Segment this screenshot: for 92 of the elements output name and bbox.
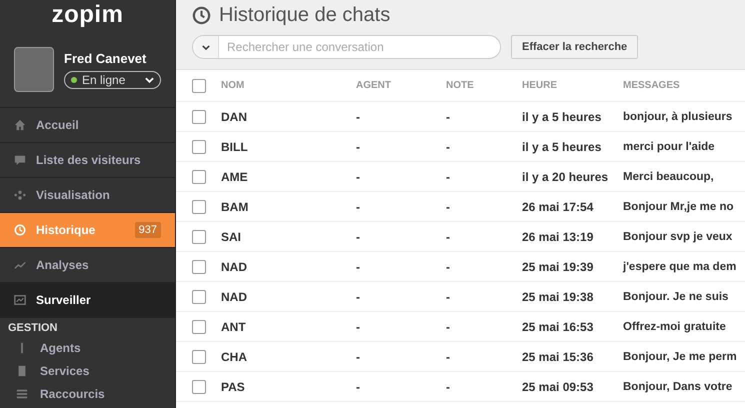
nav-item[interactable]: Liste des visiteurs <box>0 143 175 178</box>
column-header: NOTE <box>446 80 475 91</box>
table-cell-text: 25 mai 09:53 <box>522 380 594 394</box>
user-name: Fred Canevet <box>64 50 148 66</box>
table-cell-text: Merci beaucoup, <box>623 170 715 182</box>
column-header: HEURE <box>522 80 558 91</box>
table-cell-text: Bonjour. Je ne suis <box>623 290 730 302</box>
table-cell-text: il y a 20 heures <box>522 170 610 184</box>
row-checkbox[interactable] <box>192 350 206 364</box>
row-checkbox[interactable] <box>192 260 206 274</box>
dots-icon <box>14 189 26 201</box>
table-cell-text: - <box>446 170 451 184</box>
table-cell-text: NAD <box>221 260 248 274</box>
nav-item[interactable]: Historique 937 <box>0 213 175 248</box>
column-header: MESSAGES <box>623 80 681 91</box>
logo: zopim <box>50 0 124 30</box>
table-cell-text: - <box>356 140 361 154</box>
clock-icon <box>192 6 211 24</box>
table-cell-text: 26 mai 13:19 <box>522 230 594 244</box>
table-cell-text: - <box>356 200 361 214</box>
nav-item[interactable]: Surveiller <box>0 283 175 318</box>
nav-item[interactable]: Services <box>0 359 175 382</box>
row-checkbox[interactable] <box>192 230 206 244</box>
table-cell-text: merci pour l'aide <box>623 140 716 152</box>
table-cell-text: - <box>446 110 451 124</box>
speech-bubble-icon <box>14 154 26 166</box>
table-cell-text: 26 mai 17:54 <box>522 200 594 214</box>
table-cell-text: - <box>446 260 451 274</box>
select-all-checkbox[interactable] <box>192 78 206 92</box>
table-cell-text: - <box>356 350 361 364</box>
table-cell-text: - <box>446 320 451 334</box>
table-cell-text: 25 mai 16:53 <box>522 320 594 334</box>
table-cell-text: SAI <box>221 230 242 244</box>
trend-line-icon <box>14 259 26 271</box>
row-checkbox[interactable] <box>192 320 206 334</box>
table-cell-text: AME <box>221 170 249 184</box>
table-cell-text: - <box>446 140 451 154</box>
table-cell-text: - <box>356 230 361 244</box>
table-cell-text: - <box>356 320 361 334</box>
table-cell-text: - <box>446 200 451 214</box>
table-cell-text: 25 mai 19:38 <box>522 290 594 304</box>
column-header: AGENT <box>356 80 392 91</box>
monitor-chart-icon <box>14 294 26 306</box>
table-cell-text: - <box>446 380 451 394</box>
list-icon <box>16 388 28 400</box>
column-header: NOM <box>221 80 246 91</box>
row-checkbox[interactable] <box>192 200 206 214</box>
table-cell-text: NAD <box>221 290 248 304</box>
table-cell-text: BILL <box>221 140 249 154</box>
table-cell-text: Bonjour Mr,je me no <box>623 200 735 212</box>
clear-search-button[interactable]: Effacer la recherche <box>511 35 638 59</box>
table-cell-text: Offrez-moi gratuite <box>623 320 727 332</box>
table-cell-text: bonjour, à plusieurs <box>623 110 734 122</box>
search-field[interactable]: Rechercher une conversation <box>192 35 501 59</box>
chevron-icon <box>145 76 154 82</box>
page-title: Historique de chats <box>219 4 390 26</box>
row-checkbox[interactable] <box>192 110 206 124</box>
table-cell-text: il y a 5 heures <box>522 110 602 124</box>
table-cell-text: - <box>356 110 361 124</box>
table-cell-text: 25 mai 15:36 <box>522 350 594 364</box>
row-checkbox[interactable] <box>192 170 206 184</box>
row-checkbox[interactable] <box>192 290 206 304</box>
row-checkbox[interactable] <box>192 380 206 394</box>
table-cell-text: - <box>356 260 361 274</box>
chevron-icon <box>202 44 210 50</box>
house-icon <box>14 119 26 131</box>
nav-item[interactable]: Accueil <box>0 108 175 143</box>
table-cell-text: il y a 5 heures <box>522 140 602 154</box>
table-cell-text: - <box>356 170 361 184</box>
nav-item[interactable]: Agents <box>0 336 175 359</box>
table-cell-text: DAN <box>221 110 248 124</box>
section-heading: GESTION <box>7 321 59 336</box>
table-cell-text: Bonjour svp je veux <box>623 230 734 242</box>
table-cell-text: PAS <box>221 380 246 394</box>
table-cell-text: - <box>356 290 361 304</box>
clock-icon <box>14 224 26 236</box>
table-cell-text: BAM <box>221 200 250 214</box>
table-cell-text: j'espere que ma dem <box>623 260 738 272</box>
avatar-placeholder <box>14 47 54 92</box>
table-cell-text: - <box>446 350 451 364</box>
table-cell-text: 25 mai 19:39 <box>522 260 594 274</box>
table-cell-text: Bonjour, Dans votre <box>623 380 734 392</box>
status-dropdown[interactable]: En ligne <box>64 70 161 88</box>
table-cell-text: ANT <box>221 320 247 334</box>
count-badge: 937 <box>134 222 161 238</box>
table-cell-text: - <box>446 230 451 244</box>
table-cell-text: - <box>446 290 451 304</box>
table-cell-text: Bonjour, Je me perm <box>623 350 738 362</box>
row-checkbox[interactable] <box>192 140 206 154</box>
nav-item[interactable]: Raccourcis <box>0 382 175 405</box>
table-cell-text: CHA <box>221 350 248 364</box>
table-cell-text: - <box>356 380 361 394</box>
